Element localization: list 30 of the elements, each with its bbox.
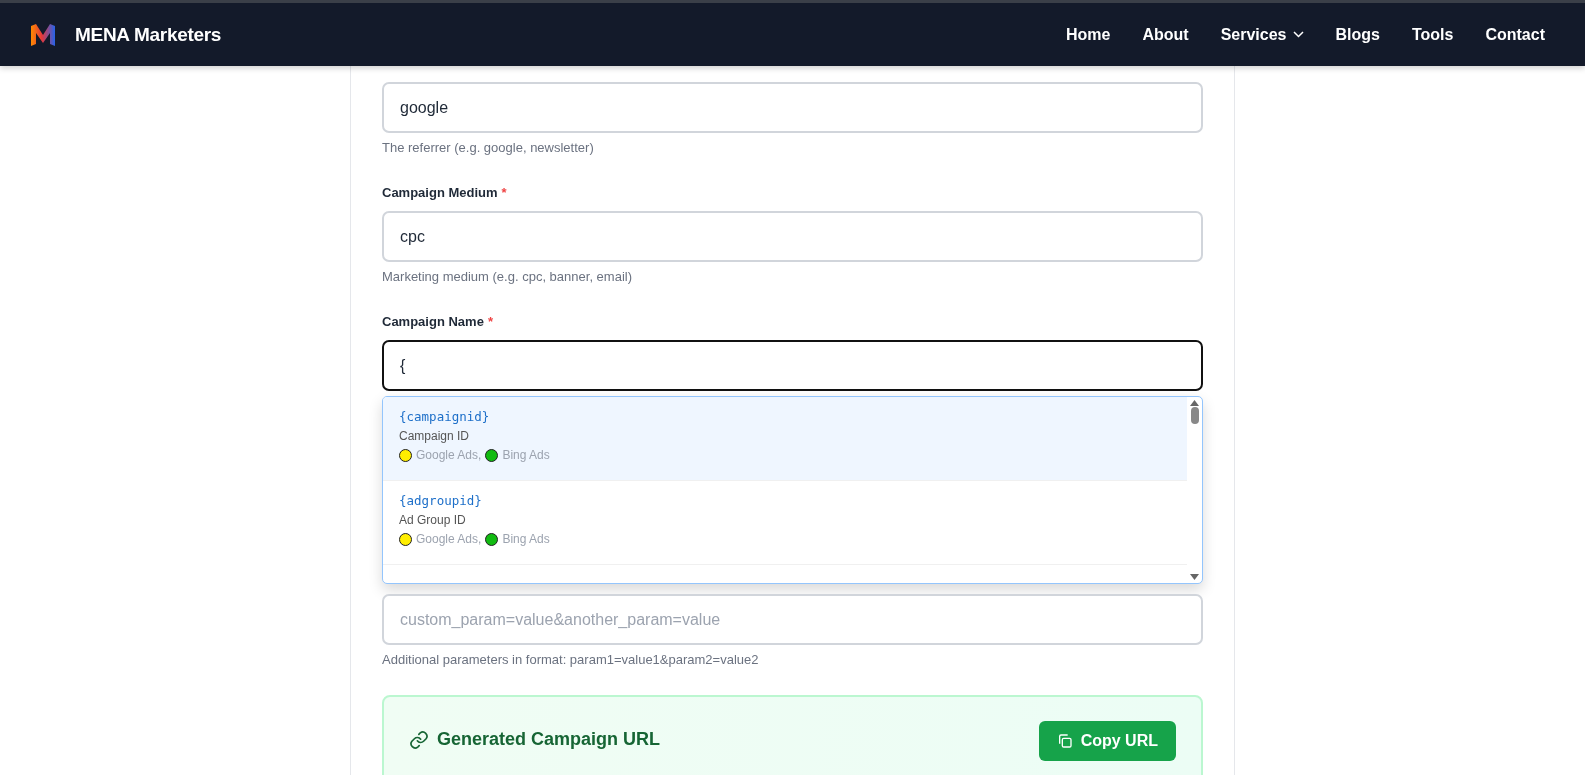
source-name: Google Ads, — [416, 448, 482, 462]
link-icon — [409, 729, 429, 750]
copy-icon — [1056, 733, 1073, 749]
input-field[interactable]: custom_param=value&another_param=value — [382, 594, 1203, 645]
scrollbar-thumb[interactable] — [1190, 406, 1199, 424]
scroll-down-icon[interactable] — [1190, 574, 1199, 580]
field-hint: The referrer (e.g. google, newsletter) — [382, 140, 595, 156]
field-hint: Additional parameters in format: param1=value1&param2=value2 — [382, 652, 760, 668]
input-field[interactable]: { — [382, 340, 1203, 391]
field-hint: Marketing medium (e.g. cpc, banner, email) — [382, 269, 633, 285]
nav-link[interactable]: Tools — [1411, 25, 1454, 44]
input-field[interactable]: cpc — [382, 211, 1203, 262]
nav-link[interactable]: Contact — [1485, 25, 1545, 44]
brand-name[interactable]: MENA Marketers — [75, 23, 222, 46]
required-mark: * — [487, 314, 493, 329]
suggestion-item[interactable]: {campaignid} Campaign ID Google Ads, Bing Ads — [383, 397, 1187, 481]
input-field[interactable]: google — [382, 82, 1203, 133]
source-name: Bing Ads — [502, 532, 550, 546]
required-mark: * — [501, 185, 507, 200]
nav-link[interactable]: Home — [1066, 25, 1111, 44]
nav-link[interactable]: Services — [1220, 25, 1304, 44]
source-name: Google Ads, — [416, 532, 482, 546]
result-title: Generated Campaign URL — [437, 729, 661, 750]
source-name: Bing Ads — [502, 448, 550, 462]
suggestion-item[interactable]: {adgroupid} Ad Group ID Google Ads, Bing Ads — [383, 481, 1187, 565]
logo-icon[interactable] — [31, 23, 55, 46]
field-label: Campaign Medium — [382, 185, 498, 200]
nav-link[interactable]: About — [1142, 25, 1189, 44]
nav-link[interactable]: Blogs — [1335, 25, 1380, 44]
field-label: Campaign Name — [382, 314, 484, 329]
